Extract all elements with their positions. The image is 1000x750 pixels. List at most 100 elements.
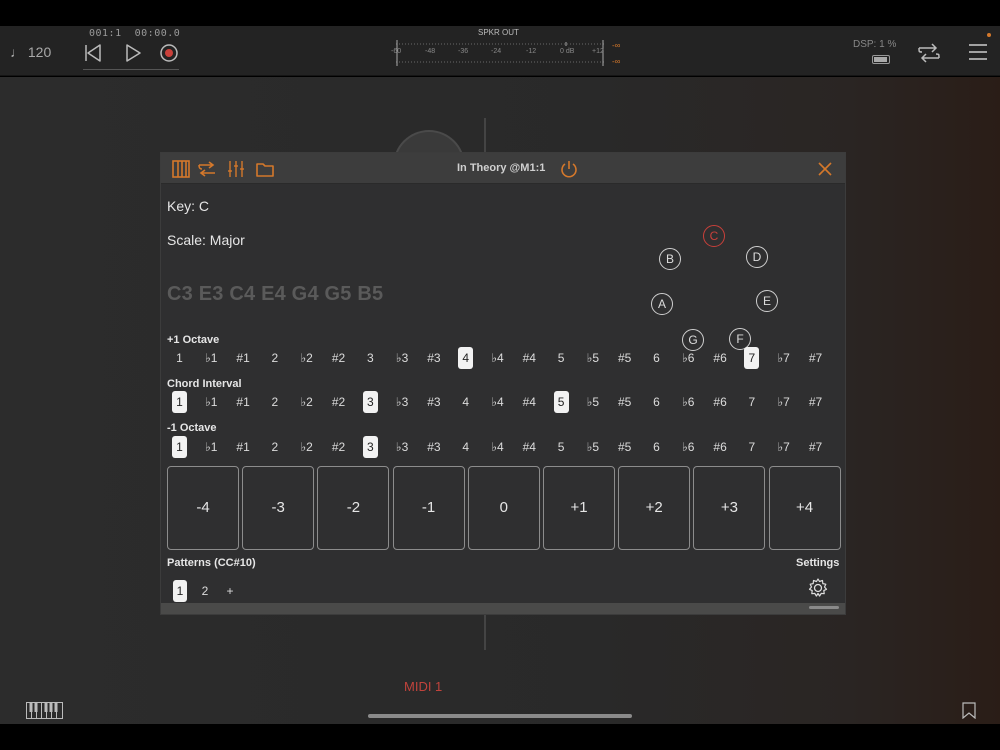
interval-toggle[interactable]: ♭3 — [395, 436, 410, 458]
interval-toggle[interactable]: ♭1 — [204, 347, 219, 369]
key-selector[interactable]: Key: C — [167, 198, 209, 214]
interval-toggle[interactable]: #7 — [808, 347, 823, 369]
interval-toggle[interactable]: ♭5 — [585, 391, 600, 413]
interval-toggle[interactable]: ♭4 — [490, 391, 505, 413]
interval-toggle[interactable]: ♭6 — [681, 391, 696, 413]
interval-toggle[interactable]: 5 — [554, 347, 569, 369]
interval-toggle[interactable]: 6 — [649, 391, 664, 413]
power-icon[interactable] — [559, 159, 579, 179]
track-name[interactable]: MIDI 1 — [404, 679, 442, 694]
interval-toggle[interactable]: #3 — [426, 391, 441, 413]
interval-toggle[interactable]: #6 — [713, 391, 728, 413]
interval-toggle[interactable]: 4 — [458, 436, 473, 458]
interval-toggle[interactable]: #3 — [426, 347, 441, 369]
interval-toggle[interactable]: 2 — [267, 391, 282, 413]
transpose-pad[interactable]: -4 — [167, 466, 239, 550]
interval-toggle[interactable]: ♭5 — [585, 347, 600, 369]
interval-toggle[interactable]: 7 — [744, 436, 759, 458]
interval-toggle[interactable]: #4 — [522, 436, 537, 458]
gear-icon[interactable] — [807, 577, 829, 599]
interval-toggle[interactable]: ♭1 — [204, 436, 219, 458]
keyboard-icon[interactable] — [26, 702, 63, 719]
interval-toggle[interactable]: 2 — [267, 436, 282, 458]
interval-toggle[interactable]: #5 — [617, 347, 632, 369]
bookmark-icon[interactable] — [962, 702, 976, 719]
loop-icon[interactable] — [916, 40, 942, 66]
interval-toggle[interactable]: #4 — [522, 347, 537, 369]
interval-toggle[interactable]: 3 — [362, 391, 378, 413]
interval-toggle[interactable]: 6 — [649, 347, 664, 369]
interval-toggle[interactable]: 4 — [458, 391, 473, 413]
note-button-b[interactable]: B — [659, 248, 681, 270]
interval-toggle[interactable]: 5 — [554, 436, 569, 458]
pattern-button[interactable]: 2 — [198, 580, 212, 602]
transpose-pad[interactable]: +4 — [768, 466, 841, 550]
interval-toggle[interactable]: 3 — [362, 436, 378, 458]
interval-toggle[interactable]: ♭4 — [490, 436, 505, 458]
close-icon[interactable] — [816, 160, 834, 178]
scale-selector[interactable]: Scale: Major — [167, 232, 245, 248]
resize-handle[interactable] — [809, 606, 839, 609]
interval-toggle[interactable]: 1 — [172, 436, 187, 458]
interval-toggle[interactable]: #2 — [331, 347, 346, 369]
interval-toggle[interactable]: 7 — [744, 347, 760, 369]
transpose-pad[interactable]: -2 — [317, 466, 390, 550]
pattern-button[interactable]: 1 — [173, 580, 187, 602]
interval-toggle[interactable]: #7 — [808, 391, 823, 413]
note-button-c[interactable]: C — [703, 225, 725, 247]
transpose-pad[interactable]: +1 — [543, 466, 615, 550]
interval-toggle[interactable]: 5 — [553, 391, 569, 413]
tempo-display[interactable]: ♩ 120 — [10, 44, 51, 60]
menu-icon[interactable] — [968, 42, 988, 62]
interval-toggle[interactable]: #6 — [713, 436, 728, 458]
interval-toggle[interactable]: 3 — [363, 347, 378, 369]
interval-toggle[interactable]: ♭7 — [776, 436, 791, 458]
interval-toggle[interactable]: 7 — [744, 391, 759, 413]
interval-toggle[interactable]: ♭2 — [299, 391, 314, 413]
interval-toggle[interactable]: #1 — [236, 391, 251, 413]
note-button-d[interactable]: D — [746, 246, 768, 268]
interval-toggle[interactable]: ♭5 — [585, 436, 600, 458]
interval-toggle[interactable]: #6 — [713, 347, 728, 369]
interval-toggle[interactable]: ♭1 — [204, 391, 219, 413]
interval-toggle[interactable]: #2 — [331, 436, 346, 458]
record-button[interactable] — [158, 42, 180, 64]
interval-toggle[interactable]: #7 — [808, 436, 823, 458]
interval-toggle[interactable]: 1 — [172, 347, 187, 369]
interval-toggle[interactable]: 4 — [458, 347, 474, 369]
interval-toggle[interactable]: 1 — [172, 391, 187, 413]
interval-toggle[interactable]: ♭2 — [299, 347, 314, 369]
note-button-a[interactable]: A — [651, 293, 673, 315]
interval-toggle[interactable]: ♭7 — [776, 391, 791, 413]
routing-icon[interactable] — [197, 159, 217, 179]
add-pattern-button[interactable]: + — [223, 580, 237, 602]
transpose-pad[interactable]: -3 — [242, 466, 315, 550]
interval-toggle[interactable]: ♭7 — [776, 347, 791, 369]
interval-toggle[interactable]: #1 — [236, 436, 251, 458]
interval-toggle[interactable]: #1 — [236, 347, 251, 369]
interval-toggle[interactable]: ♭4 — [490, 347, 505, 369]
folder-icon[interactable] — [255, 159, 275, 179]
interval-toggle[interactable]: 2 — [267, 347, 282, 369]
interval-toggle[interactable]: ♭6 — [681, 347, 696, 369]
interval-toggle[interactable]: #5 — [617, 391, 632, 413]
interval-toggle[interactable]: 6 — [649, 436, 664, 458]
interval-toggle[interactable]: #4 — [522, 391, 537, 413]
transpose-pad[interactable]: +2 — [618, 466, 691, 550]
interval-toggle[interactable]: ♭2 — [299, 436, 314, 458]
interval-toggle[interactable]: #3 — [426, 436, 441, 458]
transpose-pad[interactable]: -1 — [392, 466, 465, 550]
transpose-pad[interactable]: 0 — [467, 466, 540, 550]
interval-toggle[interactable]: ♭3 — [395, 391, 410, 413]
note-button-e[interactable]: E — [756, 290, 778, 312]
interval-toggle[interactable]: #2 — [331, 391, 346, 413]
interval-toggle[interactable]: ♭3 — [395, 347, 410, 369]
mixer-icon[interactable] — [226, 159, 246, 179]
interval-toggle[interactable]: #5 — [617, 436, 632, 458]
piano-icon[interactable] — [171, 159, 191, 179]
interval-toggle[interactable]: ♭6 — [681, 436, 696, 458]
rewind-button[interactable] — [82, 42, 104, 64]
play-button[interactable] — [122, 42, 144, 64]
home-indicator[interactable] — [368, 714, 632, 718]
transpose-pad[interactable]: +3 — [693, 466, 766, 550]
